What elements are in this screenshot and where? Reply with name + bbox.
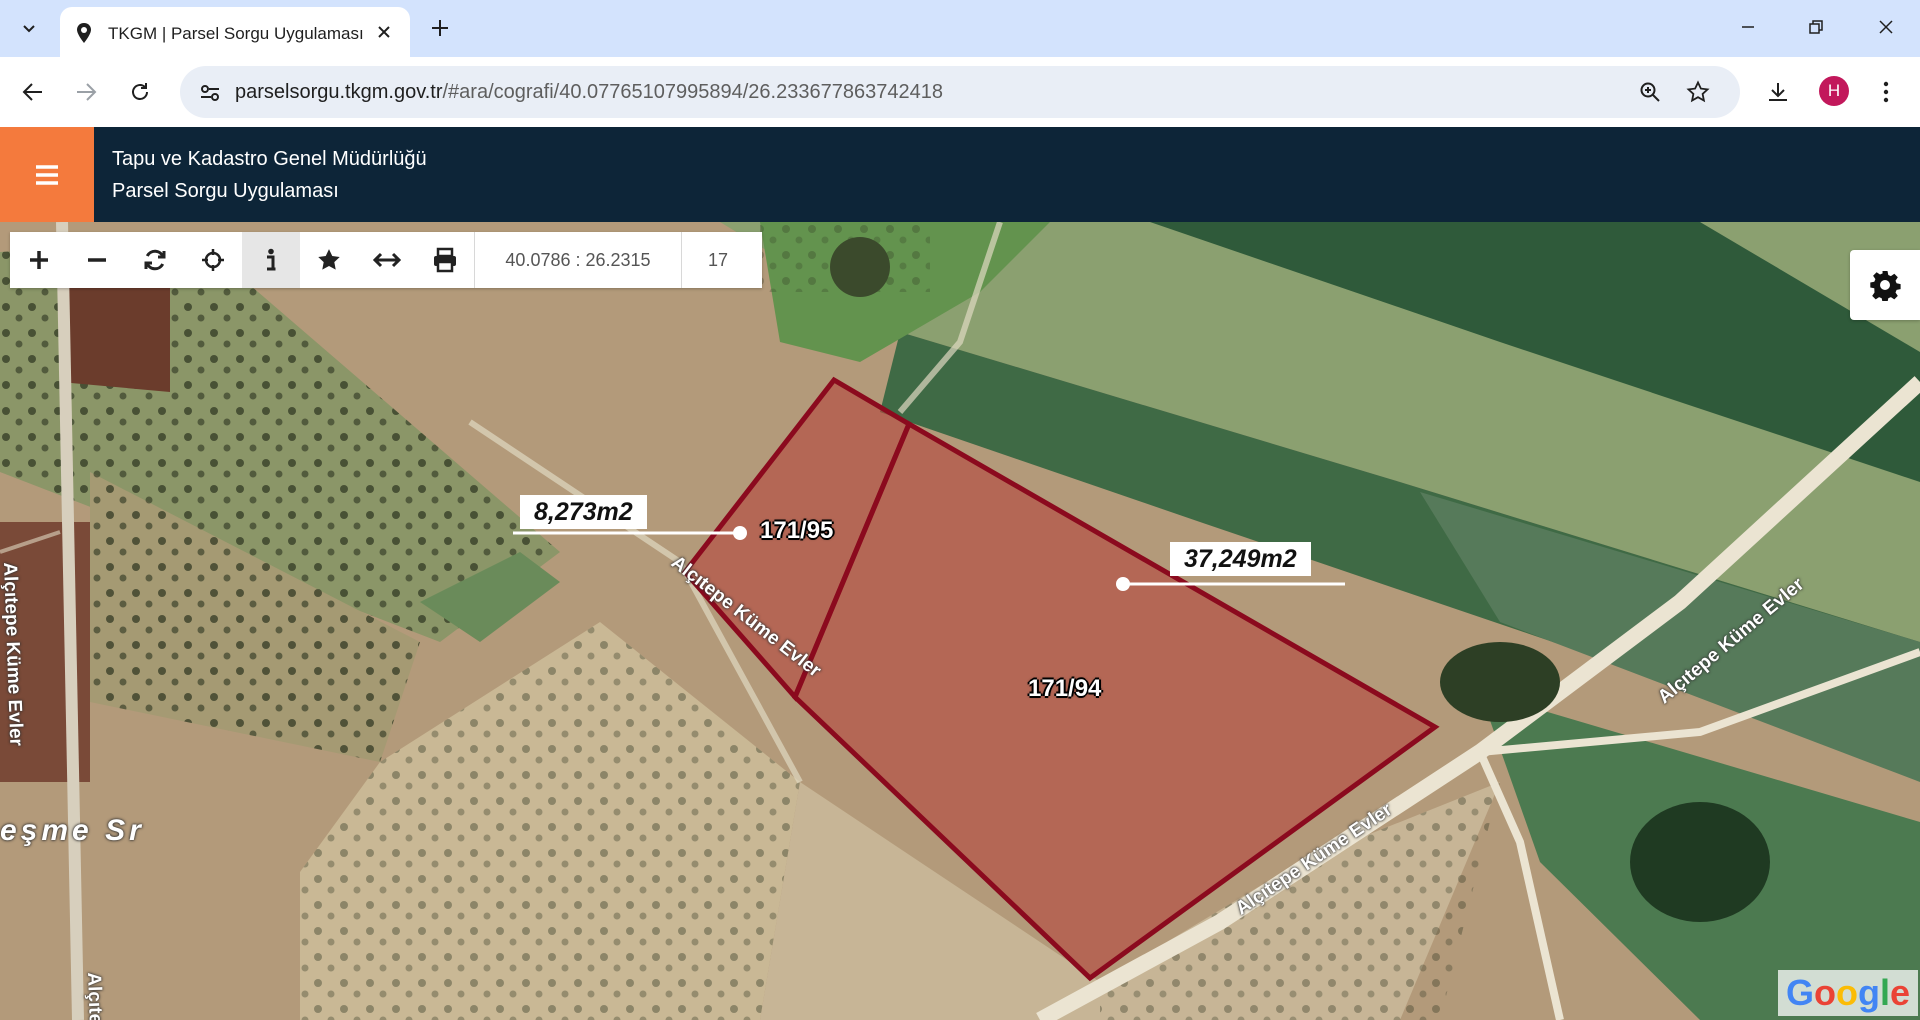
zoom-in-icon [30,251,48,269]
measure-button[interactable] [358,232,416,288]
reload-icon [132,83,148,100]
profile-avatar[interactable]: H [1819,76,1849,106]
parcel-label-171-95[interactable]: 171/95 [760,517,833,545]
zoom-out-icon [88,258,106,262]
info-button[interactable] [242,232,300,288]
area-label-171-94: 37,249m2 [1170,542,1311,576]
url-text[interactable]: parselsorgu.tkgm.gov.tr/#ara/cografi/40.… [235,81,943,104]
tab-close-button[interactable] [372,20,396,44]
map-view[interactable]: 40.0786 : 26.2315 17 8,273m2 171/95 37,2… [0,222,1920,1020]
download-icon [1769,83,1787,101]
refresh-button[interactable] [126,232,184,288]
reload-button[interactable] [120,72,160,112]
arrow-right-icon [77,83,97,101]
downloads-button[interactable] [1758,72,1798,112]
area-label-171-95: 8,273m2 [520,495,647,529]
zoom-indicator-button[interactable] [1636,78,1664,106]
gear-icon [1870,271,1901,301]
url-host: parselsorgu.tkgm.gov.tr [235,81,443,103]
parcel-label-171-94[interactable]: 171/94 [1028,675,1101,703]
zoom-magnifier-icon [1640,82,1660,102]
chevron-down-icon [23,25,35,33]
road-label: Alçıtepe [83,972,107,1020]
address-bar[interactable]: parselsorgu.tkgm.gov.tr/#ara/cografi/40.… [180,66,1740,118]
star-icon [318,249,340,270]
street-label: eşme Sr [0,814,145,847]
close-icon [378,26,390,38]
crosshair-icon [202,249,224,271]
refresh-icon [144,249,166,271]
site-info-button[interactable] [196,79,224,107]
hamburger-icon [36,164,58,185]
zoom-out-button[interactable] [68,232,126,288]
plus-icon [432,20,448,36]
browser-tab-strip: TKGM | Parsel Sorgu Uygulaması [0,0,1920,57]
settings-button[interactable] [1850,250,1920,320]
browser-menu-button[interactable] [1866,72,1906,112]
map-pin-icon [77,23,91,43]
coordinate-readout: 40.0786 : 26.2315 [474,232,681,288]
forward-button[interactable] [66,72,106,112]
measure-icon [373,252,401,268]
restore-icon [1809,20,1823,34]
menu-button[interactable] [0,127,94,222]
locate-button[interactable] [184,232,242,288]
satellite-imagery [0,222,1920,1020]
map-toolbar: 40.0786 : 26.2315 17 [10,232,762,288]
zoom-level: 17 [681,232,754,288]
browser-tab[interactable]: TKGM | Parsel Sorgu Uygulaması [60,7,410,57]
google-attribution-logo: Google [1778,970,1919,1016]
tune-icon [201,85,219,101]
minimize-icon [1742,26,1754,28]
app-title: Tapu ve Kadastro Genel Müdürlüğü Parsel … [112,143,427,207]
print-button[interactable] [416,232,474,288]
url-path: /#ara/cografi/40.07765107995894/26.23367… [442,81,943,103]
info-icon [267,248,276,271]
print-icon [434,247,456,273]
restore-button[interactable] [1788,4,1844,50]
app-title-line2: Parsel Sorgu Uygulaması [112,180,339,202]
minimize-button[interactable] [1720,4,1776,50]
tab-search-button[interactable] [10,11,48,45]
app-header: Tapu ve Kadastro Genel Müdürlüğü Parsel … [0,127,1920,222]
favorite-button[interactable] [300,232,358,288]
bookmark-button[interactable] [1684,78,1712,106]
arrow-left-icon [22,83,42,101]
new-tab-button[interactable] [424,12,456,44]
zoom-in-button[interactable] [10,232,68,288]
app-title-line1: Tapu ve Kadastro Genel Müdürlüğü [112,148,427,170]
window-close-button[interactable] [1858,4,1914,50]
browser-toolbar: parselsorgu.tkgm.gov.tr/#ara/cografi/40.… [0,57,1920,127]
tab-title: TKGM | Parsel Sorgu Uygulaması [108,24,364,43]
close-icon [1879,20,1893,34]
back-button[interactable] [13,72,53,112]
star-outline-icon [1686,80,1710,103]
more-vertical-icon [1883,81,1889,103]
